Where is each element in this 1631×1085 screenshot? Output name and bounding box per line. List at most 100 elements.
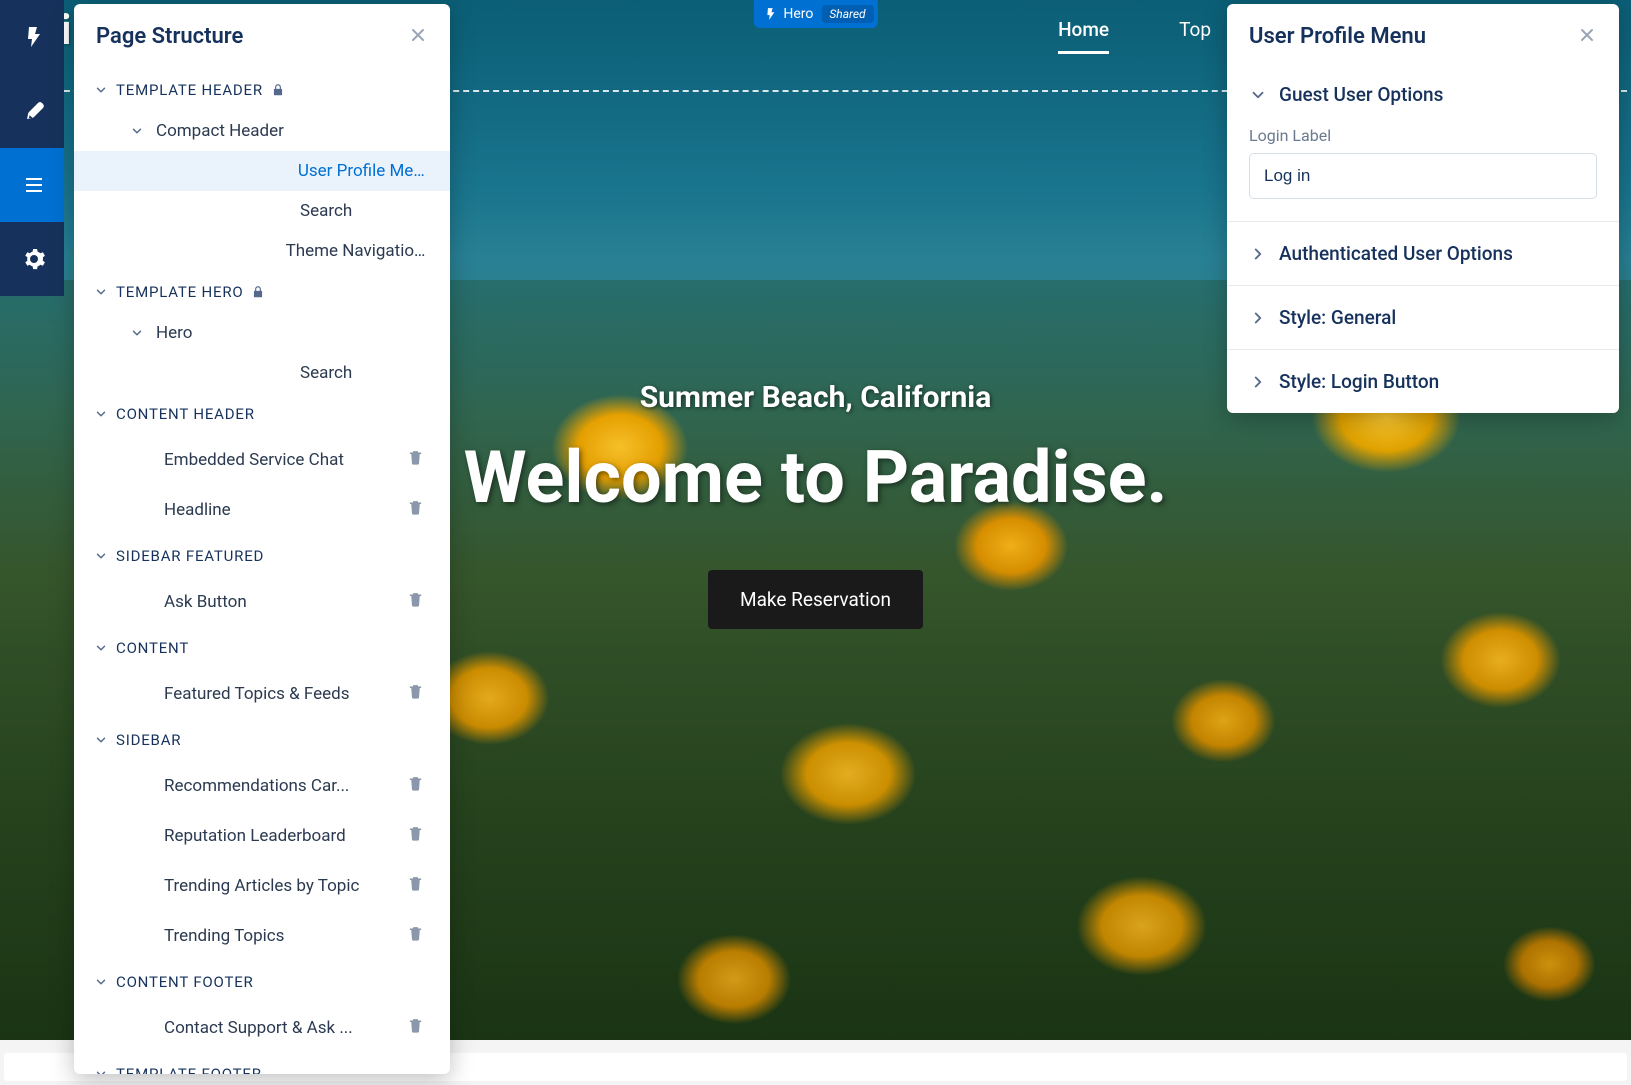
structure-item[interactable]: Ask Button [74,577,450,627]
structure-item[interactable]: Headline [74,485,450,535]
login-label-input[interactable] [1249,153,1597,199]
nav-item-topics[interactable]: Top [1179,18,1211,54]
structure-section[interactable]: CONTENT HEADER [74,393,450,435]
structure-section[interactable]: TEMPLATE FOOTER [74,1053,450,1074]
structure-item[interactable]: Compact Header [74,111,450,151]
structure-section[interactable]: TEMPLATE HEADER [74,69,450,111]
chevron-down-icon [94,549,108,563]
properties-section: Authenticated User Options [1227,221,1619,285]
properties-section: Guest User Options Login Label [1227,63,1619,221]
structure-item[interactable]: User Profile Menu [74,151,450,191]
chevron-down-icon [130,124,144,138]
chevron-right-icon [1249,373,1267,391]
component-tag-hero[interactable]: Hero Shared [753,0,877,28]
trash-icon [407,683,424,700]
structure-item[interactable]: Featured Topics & Feeds [74,669,450,719]
delete-item-button[interactable] [403,587,428,617]
structure-item[interactable]: Embedded Service Chat [74,435,450,485]
chevron-down-icon [94,285,108,299]
item-label: User Profile Menu [298,161,428,181]
properties-section: Style: General [1227,285,1619,349]
properties-title: User Profile Menu [1249,24,1426,49]
properties-section-label: Authenticated User Options [1279,242,1513,265]
tool-settings[interactable] [0,222,64,296]
bolt-icon [763,7,777,21]
structure-section[interactable]: TEMPLATE HERO [74,271,450,313]
delete-item-button[interactable] [403,821,428,851]
properties-section-header[interactable]: Authenticated User Options [1227,222,1619,285]
lock-icon [271,83,285,97]
chevron-down-icon [130,326,144,340]
properties-section-header[interactable]: Guest User Options [1227,63,1619,126]
structure-section[interactable]: CONTENT [74,627,450,669]
section-label: CONTENT HEADER [116,405,255,423]
structure-item[interactable]: Recommendations Car... [74,761,450,811]
delete-item-button[interactable] [403,871,428,901]
page-structure-title: Page Structure [96,24,243,49]
site-nav: Home Top [1058,18,1211,54]
item-label: Search [300,363,352,383]
page-structure-panel: Page Structure TEMPLATE HEADER Compact He… [74,4,450,1074]
item-label: Hero [156,323,192,343]
chevron-right-icon [1249,245,1267,263]
trash-icon [407,1017,424,1034]
chevron-down-icon [94,975,108,989]
item-label: Reputation Leaderboard [164,826,346,846]
delete-item-button[interactable] [403,679,428,709]
trash-icon [407,449,424,466]
delete-item-button[interactable] [403,1013,428,1043]
page-structure-header: Page Structure [74,4,450,61]
chevron-down-icon [1249,86,1267,104]
close-page-structure-button[interactable] [408,25,428,49]
properties-section-label: Guest User Options [1279,83,1443,106]
tool-components[interactable] [0,0,64,74]
trash-icon [407,925,424,942]
chevron-right-icon [1249,309,1267,327]
chevron-down-icon [94,733,108,747]
delete-item-button[interactable] [403,771,428,801]
structure-section[interactable]: CONTENT FOOTER [74,961,450,1003]
brush-icon [22,99,46,123]
tool-theme[interactable] [0,74,64,148]
properties-panel: User Profile Menu Guest User Options Logi… [1227,4,1619,413]
section-label: SIDEBAR FEATURED [116,547,264,565]
properties-body: Guest User Options Login Label Authenticat… [1227,63,1619,413]
item-label: Featured Topics & Feeds [164,684,350,704]
chevron-down-icon [94,1067,108,1074]
structure-section[interactable]: SIDEBAR [74,719,450,761]
close-icon [1577,25,1597,45]
tool-page-structure[interactable] [0,148,64,222]
list-icon [22,173,46,197]
field-label: Login Label [1249,126,1597,145]
structure-item[interactable]: Theme Navigation Me... [74,231,450,271]
trash-icon [407,775,424,792]
structure-item[interactable]: Trending Articles by Topic [74,861,450,911]
structure-item[interactable]: Hero [74,313,450,353]
structure-item[interactable]: Trending Topics [74,911,450,961]
properties-section-header[interactable]: Style: Login Button [1227,350,1619,413]
delete-item-button[interactable] [403,921,428,951]
properties-section-label: Style: Login Button [1279,370,1439,393]
properties-section-body: Login Label [1227,126,1619,221]
delete-item-button[interactable] [403,495,428,525]
chevron-down-icon [94,641,108,655]
structure-item[interactable]: Search [74,353,450,393]
bolt-icon [22,25,46,49]
item-label: Compact Header [156,121,284,141]
structure-item[interactable]: Contact Support & Ask ... [74,1003,450,1053]
section-label: TEMPLATE FOOTER [116,1065,262,1074]
properties-section-header[interactable]: Style: General [1227,286,1619,349]
structure-section[interactable]: SIDEBAR FEATURED [74,535,450,577]
item-label: Search [300,201,352,221]
trash-icon [407,875,424,892]
delete-item-button[interactable] [403,445,428,475]
close-properties-button[interactable] [1577,25,1597,49]
nav-item-home[interactable]: Home [1058,18,1109,54]
structure-item[interactable]: Search [74,191,450,231]
gear-icon [22,247,46,271]
structure-item[interactable]: Reputation Leaderboard [74,811,450,861]
item-label: Ask Button [164,592,247,612]
section-label: CONTENT [116,639,189,657]
properties-header: User Profile Menu [1227,4,1619,63]
make-reservation-button[interactable]: Make Reservation [708,570,923,629]
